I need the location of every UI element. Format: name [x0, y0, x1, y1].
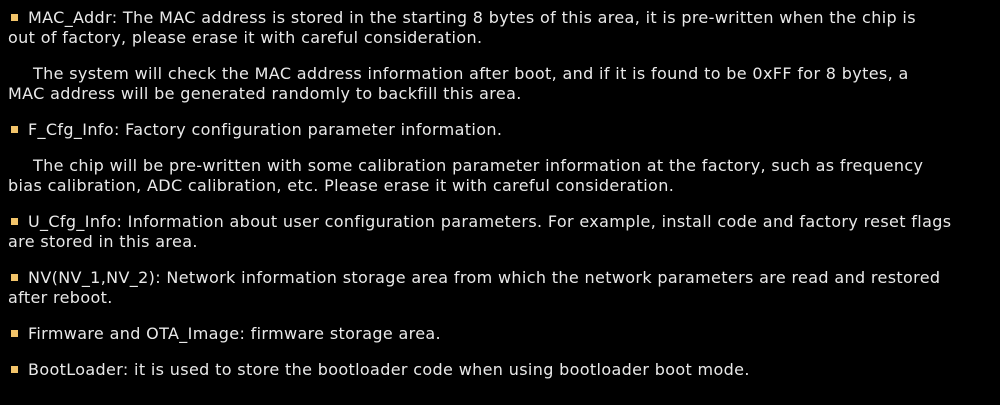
bullet-nv: NV(NV_1,NV_2): Network information stora…: [8, 268, 990, 308]
text-line: out of factory, please erase it with car…: [8, 28, 483, 47]
text-line: The chip will be pre-written with some c…: [33, 156, 924, 175]
text-line: MAC_Addr: The MAC address is stored in t…: [28, 8, 916, 27]
text-line: are stored in this area.: [8, 232, 198, 251]
text-line: MAC address will be generated randomly t…: [8, 84, 522, 103]
bullet-bootloader: BootLoader: it is used to store the boot…: [8, 360, 990, 380]
text-line: bias calibration, ADC calibration, etc. …: [8, 176, 675, 195]
bullet-text: BootLoader: it is used to store the boot…: [28, 360, 750, 379]
bullet-text: NV(NV_1,NV_2): Network information stora…: [28, 268, 941, 287]
paragraph-mac-check: The system will check the MAC address in…: [8, 64, 990, 104]
square-bullet-icon: [11, 14, 18, 21]
bullet-u-cfg-info: U_Cfg_Info: Information about user confi…: [8, 212, 990, 252]
bullet-text: Firmware and OTA_Image: firmware storage…: [28, 324, 441, 343]
square-bullet-icon: [11, 126, 18, 133]
text-line: after reboot.: [8, 288, 113, 307]
square-bullet-icon: [11, 366, 18, 373]
bullet-mac-addr: MAC_Addr: The MAC address is stored in t…: [8, 8, 990, 48]
bullet-f-cfg-info: F_Cfg_Info: Factory configuration parame…: [8, 120, 990, 140]
square-bullet-icon: [11, 274, 18, 281]
square-bullet-icon: [11, 330, 18, 337]
document-page: MAC_Addr: The MAC address is stored in t…: [0, 0, 1000, 405]
bullet-text: U_Cfg_Info: Information about user confi…: [28, 212, 952, 231]
bullet-firmware-ota: Firmware and OTA_Image: firmware storage…: [8, 324, 990, 344]
square-bullet-icon: [11, 218, 18, 225]
paragraph-calibration: The chip will be pre-written with some c…: [8, 156, 990, 196]
bullet-text: MAC_Addr: The MAC address is stored in t…: [28, 8, 990, 28]
bullet-text: F_Cfg_Info: Factory configuration parame…: [28, 120, 503, 139]
text-line: The system will check the MAC address in…: [33, 64, 909, 83]
